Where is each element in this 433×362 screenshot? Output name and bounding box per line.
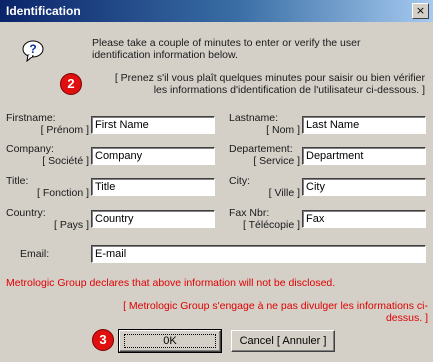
country-label: Country: [ Pays ] [6, 207, 89, 231]
title-label-en: Title: [6, 175, 29, 187]
firstname-label-fr: [ Prénom ] [40, 124, 89, 136]
city-label: City: [ Ville ] [229, 175, 300, 199]
question-icon: ? [22, 40, 44, 62]
intro-text-fr: [ Prenez s'il vous plaît quelques minute… [114, 72, 425, 96]
firstname-input[interactable] [91, 116, 215, 134]
close-icon: × [415, 4, 426, 17]
firstname-label: Firstname: [ Prénom ] [6, 112, 89, 136]
step-badge-2: 2 [61, 74, 81, 94]
department-label-en: Departement: [229, 143, 293, 155]
lastname-label: Lastname: [ Nom ] [229, 112, 300, 136]
firstname-label-en: Firstname: [6, 112, 56, 124]
fax-input[interactable] [302, 210, 426, 228]
intro-text-en: Please take a couple of minutes to enter… [92, 37, 361, 61]
title-label-fr: [ Fonction ] [37, 187, 89, 199]
title-input[interactable] [91, 178, 215, 196]
lastname-label-fr: [ Nom ] [266, 124, 300, 136]
cancel-button-label: Cancel [ Annuler ] [239, 335, 327, 347]
fax-label-en: Fax Nbr: [229, 207, 270, 219]
cancel-button[interactable]: Cancel [ Annuler ] [231, 330, 335, 352]
company-label-en: Company: [6, 143, 54, 155]
lastname-input[interactable] [302, 116, 426, 134]
country-label-fr: [ Pays ] [53, 219, 89, 231]
city-label-fr: [ Ville ] [268, 187, 300, 199]
lastname-label-en: Lastname: [229, 112, 279, 124]
department-label: Departement: [ Service ] [229, 143, 300, 167]
company-input[interactable] [91, 147, 215, 165]
fax-label-fr: [ Télécopie ] [242, 219, 300, 231]
step-badge-3: 3 [93, 330, 113, 350]
title-bar[interactable]: Identification × [0, 0, 433, 22]
city-input[interactable] [302, 178, 426, 196]
disclosure-notice-fr: [ Metrologic Group s'engage à ne pas div… [123, 300, 428, 324]
company-label-fr: [ Société ] [42, 155, 89, 167]
svg-text:?: ? [29, 42, 36, 56]
company-label: Company: [ Société ] [6, 143, 89, 167]
department-label-fr: [ Service ] [253, 155, 300, 167]
country-label-en: Country: [6, 207, 46, 219]
window-title: Identification [6, 4, 81, 18]
disclosure-notice-en: Metrologic Group declares that above inf… [6, 277, 336, 289]
department-input[interactable] [302, 147, 426, 165]
email-label: Email: [20, 248, 50, 260]
ok-button[interactable]: 0K [118, 329, 222, 353]
title-label: Title: [ Fonction ] [6, 175, 89, 199]
fax-label: Fax Nbr: [ Télécopie ] [229, 207, 300, 231]
identification-dialog: Identification × ? Please take a couple … [0, 0, 433, 362]
close-button[interactable]: × [412, 3, 429, 19]
country-input[interactable] [91, 210, 215, 228]
email-input[interactable] [91, 245, 426, 263]
focus-rect [124, 334, 216, 348]
city-label-en: City: [229, 175, 250, 187]
